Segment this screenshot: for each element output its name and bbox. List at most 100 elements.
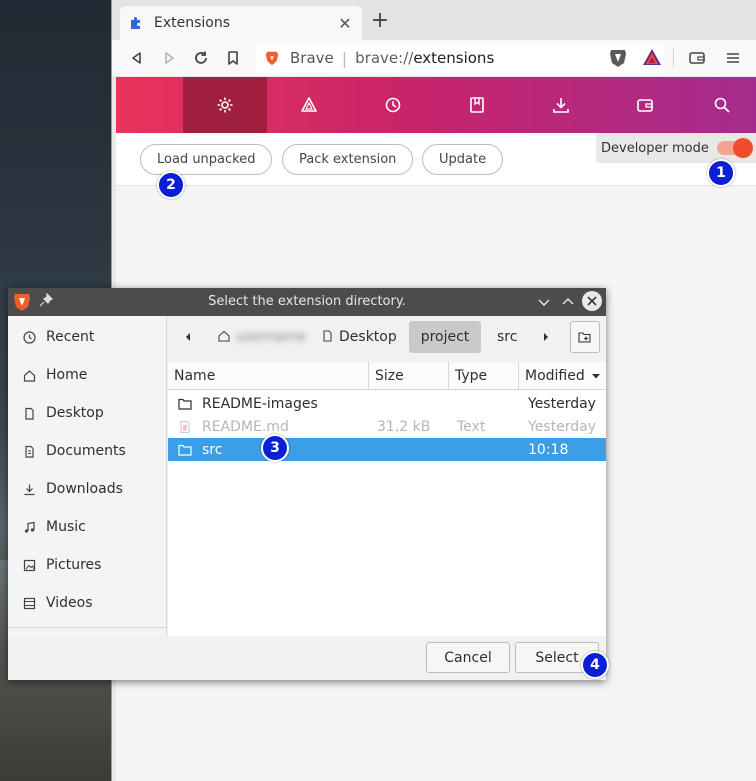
folder-icon [178,444,192,456]
pictures-icon [22,558,36,572]
bookmarks-icon [470,97,484,113]
file-row-selected[interactable]: src 10:18 [168,438,606,461]
wallet-button[interactable] [686,47,708,69]
place-label: Videos [46,595,93,611]
crumb-desktop[interactable]: Desktop [314,321,405,353]
bookmark-icon [228,51,238,65]
select-directory-dialog: Select the extension directory. Recent H… [8,288,606,680]
file-list: Name Size Type Modified README-images Ye… [168,362,606,637]
developer-mode-toggle[interactable] [717,138,753,158]
place-documents[interactable]: Documents [8,432,167,470]
crumb-home-label: username [236,329,306,345]
crumb-src[interactable]: src [489,321,525,353]
clock-icon [22,330,36,344]
bookmark-button[interactable] [222,47,244,69]
music-icon [22,520,36,534]
column-size[interactable]: Size [369,362,449,390]
nav-history[interactable] [351,77,435,133]
text-file-icon [180,420,190,433]
path-scroll-right-button[interactable] [534,321,558,353]
file-row[interactable]: README-images Yesterday [168,392,606,415]
close-icon [587,296,597,306]
dialog-titlebar: Select the extension directory. [8,288,606,316]
chevron-right-icon [544,333,548,341]
place-label: Home [46,367,88,383]
wallet-icon [637,99,653,112]
brave-shields-button[interactable] [609,48,627,67]
place-videos[interactable]: Videos [8,584,167,622]
forward-button[interactable] [158,47,180,69]
main-menu-button[interactable] [722,47,744,69]
hamburger-menu-icon [727,53,739,63]
nav-downloads[interactable] [519,77,603,133]
column-type[interactable]: Type [449,362,519,390]
settings-gear-icon [217,97,233,113]
path-bar: username Desktop project src [168,316,606,366]
place-music[interactable]: Music [8,508,167,546]
close-tab-icon[interactable]: ✕ [336,14,354,33]
url-text: brave://extensions [355,49,494,67]
address-bar[interactable]: Brave | brave://extensions [256,43,664,73]
close-dialog-button[interactable] [582,291,602,311]
chevron-up-icon [562,297,574,305]
file-modified: 10:18 [528,441,569,458]
desktop-icon [22,406,36,420]
folder-icon [178,398,192,410]
nav-wallet[interactable] [603,77,687,133]
place-desktop[interactable]: Desktop [8,394,167,432]
places-sidebar: Recent Home Desktop Documents Downloads … [8,316,167,636]
column-header: Name Size Type Modified [168,362,606,390]
toolbar-divider [673,49,674,67]
column-name[interactable]: Name [168,362,369,390]
developer-mode-control: Developer mode [596,133,756,163]
reload-icon [195,51,207,64]
brave-rewards-button[interactable] [642,48,661,66]
minimize-button[interactable] [534,292,554,312]
tab-extensions[interactable]: Extensions ✕ [120,6,362,40]
home-icon [22,368,36,382]
nav-bookmarks[interactable] [435,77,519,133]
puzzle-piece-icon [128,15,144,31]
place-recent[interactable]: Recent [8,318,167,356]
reload-button[interactable] [190,47,212,69]
place-label: Desktop [46,405,104,421]
search-icon [714,97,730,113]
brave-settings-nav [116,77,756,133]
place-home[interactable]: Home [8,356,167,394]
update-button[interactable]: Update [422,144,504,175]
brave-lion-icon [265,51,279,66]
wallet-icon [689,52,705,64]
place-pictures[interactable]: Pictures [8,546,167,584]
toggle-knob [733,138,753,158]
sort-descending-icon [591,374,600,379]
place-label: Pictures [46,557,102,573]
place-label: Music [46,519,86,535]
dialog-title: Select the extension directory. [208,294,406,309]
documents-icon [22,444,36,458]
file-name: README.md [202,418,289,435]
place-label: Documents [46,443,126,459]
omnibox-separator: | [341,48,348,68]
nav-search[interactable] [687,77,756,133]
pack-extension-button[interactable]: Pack extension [282,144,414,175]
nav-settings[interactable] [183,77,267,133]
forward-arrow-icon [165,52,174,64]
cancel-button[interactable]: Cancel [426,642,510,673]
place-downloads[interactable]: Downloads [8,470,167,508]
step-marker-1: 1 [707,159,735,187]
maximize-button[interactable] [558,292,578,312]
tab-title: Extensions [154,15,231,31]
back-button[interactable] [126,47,148,69]
new-folder-button[interactable] [570,321,600,353]
load-unpacked-button[interactable]: Load unpacked [140,144,273,175]
path-scroll-left-button[interactable] [176,321,200,353]
file-name-cell: src [178,438,222,461]
file-type: Text [457,418,486,435]
nav-rewards[interactable] [267,77,351,133]
crumb-project[interactable]: project [409,321,481,353]
crumb-home[interactable]: username [210,321,314,353]
file-name: src [202,441,223,458]
column-modified[interactable]: Modified [519,362,606,390]
new-folder-icon [578,332,591,343]
new-tab-button[interactable]: + [370,10,390,32]
